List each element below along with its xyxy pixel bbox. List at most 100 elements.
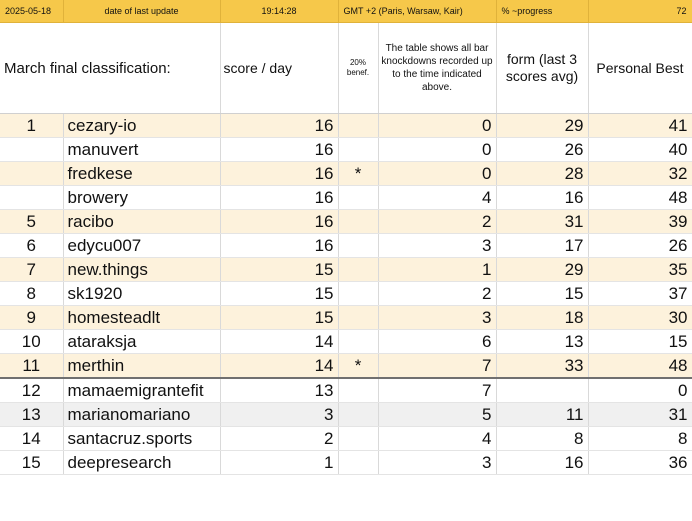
knockdowns-cell[interactable]: 5 bbox=[378, 402, 497, 427]
score-cell[interactable]: 14 bbox=[220, 329, 339, 354]
rank-cell[interactable]: 8 bbox=[0, 281, 64, 306]
personal-best-cell[interactable]: 41 bbox=[588, 113, 692, 138]
benefit-cell[interactable] bbox=[338, 233, 379, 258]
player-name-cell[interactable]: new.things bbox=[63, 257, 221, 282]
rank-cell[interactable]: 12 bbox=[0, 378, 64, 403]
rank-cell[interactable]: 13 bbox=[0, 402, 64, 427]
player-name-cell[interactable]: browery bbox=[63, 185, 221, 210]
knockdowns-note[interactable]: The table shows all bar knockdowns recor… bbox=[378, 22, 497, 114]
progress-label[interactable]: % ~progress bbox=[496, 0, 589, 23]
form-cell[interactable] bbox=[496, 378, 589, 403]
benefit-cell[interactable] bbox=[338, 185, 379, 210]
rank-cell[interactable] bbox=[0, 137, 64, 162]
score-cell[interactable]: 16 bbox=[220, 161, 339, 186]
benefit-cell[interactable] bbox=[338, 426, 379, 451]
player-name-cell[interactable]: cezary-io bbox=[63, 113, 221, 138]
benefit-cell[interactable] bbox=[338, 209, 379, 234]
player-name-cell[interactable]: deepresearch bbox=[63, 450, 221, 475]
player-name-cell[interactable]: edycu007 bbox=[63, 233, 221, 258]
personal-best-cell[interactable]: 31 bbox=[588, 402, 692, 427]
rank-cell[interactable] bbox=[0, 161, 64, 186]
form-header[interactable]: form (last 3 scores avg) bbox=[496, 22, 589, 114]
player-name-cell[interactable]: santacruz.sports bbox=[63, 426, 221, 451]
timezone-label[interactable]: GMT +2 (Paris, Warsaw, Kair) bbox=[338, 0, 497, 23]
form-cell[interactable]: 31 bbox=[496, 209, 589, 234]
knockdowns-cell[interactable]: 4 bbox=[378, 185, 497, 210]
rank-cell[interactable]: 5 bbox=[0, 209, 64, 234]
benefit-cell[interactable] bbox=[338, 281, 379, 306]
score-cell[interactable]: 16 bbox=[220, 209, 339, 234]
knockdowns-cell[interactable]: 7 bbox=[378, 378, 497, 403]
form-cell[interactable]: 16 bbox=[496, 185, 589, 210]
progress-value[interactable]: 72 bbox=[588, 0, 692, 23]
knockdowns-cell[interactable]: 0 bbox=[378, 137, 497, 162]
personal-best-cell[interactable]: 39 bbox=[588, 209, 692, 234]
form-cell[interactable]: 16 bbox=[496, 450, 589, 475]
personal-best-header[interactable]: Personal Best bbox=[588, 22, 692, 114]
last-update-time[interactable]: 19:14:28 bbox=[220, 0, 339, 23]
form-cell[interactable]: 15 bbox=[496, 281, 589, 306]
player-name-cell[interactable]: racibo bbox=[63, 209, 221, 234]
form-cell[interactable]: 28 bbox=[496, 161, 589, 186]
score-cell[interactable]: 16 bbox=[220, 113, 339, 138]
score-cell[interactable]: 16 bbox=[220, 137, 339, 162]
benefit-cell[interactable]: * bbox=[338, 161, 379, 186]
score-cell[interactable]: 15 bbox=[220, 281, 339, 306]
rank-cell[interactable]: 11 bbox=[0, 353, 64, 379]
knockdowns-cell[interactable]: 0 bbox=[378, 161, 497, 186]
benefit-cell[interactable] bbox=[338, 450, 379, 475]
knockdowns-cell[interactable]: 2 bbox=[378, 209, 497, 234]
player-name-cell[interactable]: merthin bbox=[63, 353, 221, 379]
score-cell[interactable]: 13 bbox=[220, 378, 339, 403]
benefit-cell[interactable] bbox=[338, 305, 379, 330]
score-cell[interactable]: 2 bbox=[220, 426, 339, 451]
rank-cell[interactable] bbox=[0, 185, 64, 210]
score-cell[interactable]: 16 bbox=[220, 233, 339, 258]
personal-best-cell[interactable]: 37 bbox=[588, 281, 692, 306]
benefit-cell[interactable] bbox=[338, 113, 379, 138]
personal-best-cell[interactable]: 35 bbox=[588, 257, 692, 282]
knockdowns-cell[interactable]: 3 bbox=[378, 233, 497, 258]
form-cell[interactable]: 33 bbox=[496, 353, 589, 379]
score-cell[interactable]: 1 bbox=[220, 450, 339, 475]
benefit-header[interactable]: 20% benef. bbox=[338, 22, 379, 114]
personal-best-cell[interactable]: 48 bbox=[588, 185, 692, 210]
score-cell[interactable]: 15 bbox=[220, 305, 339, 330]
rank-cell[interactable]: 10 bbox=[0, 329, 64, 354]
rank-cell[interactable]: 14 bbox=[0, 426, 64, 451]
score-cell[interactable]: 15 bbox=[220, 257, 339, 282]
score-cell[interactable]: 14 bbox=[220, 353, 339, 379]
rank-cell[interactable]: 6 bbox=[0, 233, 64, 258]
rank-cell[interactable]: 9 bbox=[0, 305, 64, 330]
rank-cell[interactable]: 7 bbox=[0, 257, 64, 282]
player-name-cell[interactable]: mamaemigrantefit bbox=[63, 378, 221, 403]
player-name-cell[interactable]: homesteadlt bbox=[63, 305, 221, 330]
score-per-day-header[interactable]: score / day bbox=[220, 22, 339, 114]
benefit-cell[interactable] bbox=[338, 329, 379, 354]
personal-best-cell[interactable]: 15 bbox=[588, 329, 692, 354]
rank-cell[interactable]: 15 bbox=[0, 450, 64, 475]
personal-best-cell[interactable]: 32 bbox=[588, 161, 692, 186]
benefit-cell[interactable] bbox=[338, 257, 379, 282]
knockdowns-cell[interactable]: 7 bbox=[378, 353, 497, 379]
form-cell[interactable]: 11 bbox=[496, 402, 589, 427]
knockdowns-cell[interactable]: 4 bbox=[378, 426, 497, 451]
form-cell[interactable]: 8 bbox=[496, 426, 589, 451]
page-title[interactable]: March final classification: bbox=[0, 22, 221, 114]
last-update-label[interactable]: date of last update bbox=[63, 0, 221, 23]
form-cell[interactable]: 29 bbox=[496, 257, 589, 282]
personal-best-cell[interactable]: 8 bbox=[588, 426, 692, 451]
form-cell[interactable]: 17 bbox=[496, 233, 589, 258]
personal-best-cell[interactable]: 30 bbox=[588, 305, 692, 330]
last-update-date[interactable]: 2025-05-18 bbox=[0, 0, 64, 23]
personal-best-cell[interactable]: 26 bbox=[588, 233, 692, 258]
benefit-cell[interactable] bbox=[338, 402, 379, 427]
player-name-cell[interactable]: marianomariano bbox=[63, 402, 221, 427]
knockdowns-cell[interactable]: 2 bbox=[378, 281, 497, 306]
form-cell[interactable]: 18 bbox=[496, 305, 589, 330]
knockdowns-cell[interactable]: 3 bbox=[378, 450, 497, 475]
score-cell[interactable]: 16 bbox=[220, 185, 339, 210]
player-name-cell[interactable]: sk1920 bbox=[63, 281, 221, 306]
benefit-cell[interactable]: * bbox=[338, 353, 379, 379]
form-cell[interactable]: 13 bbox=[496, 329, 589, 354]
